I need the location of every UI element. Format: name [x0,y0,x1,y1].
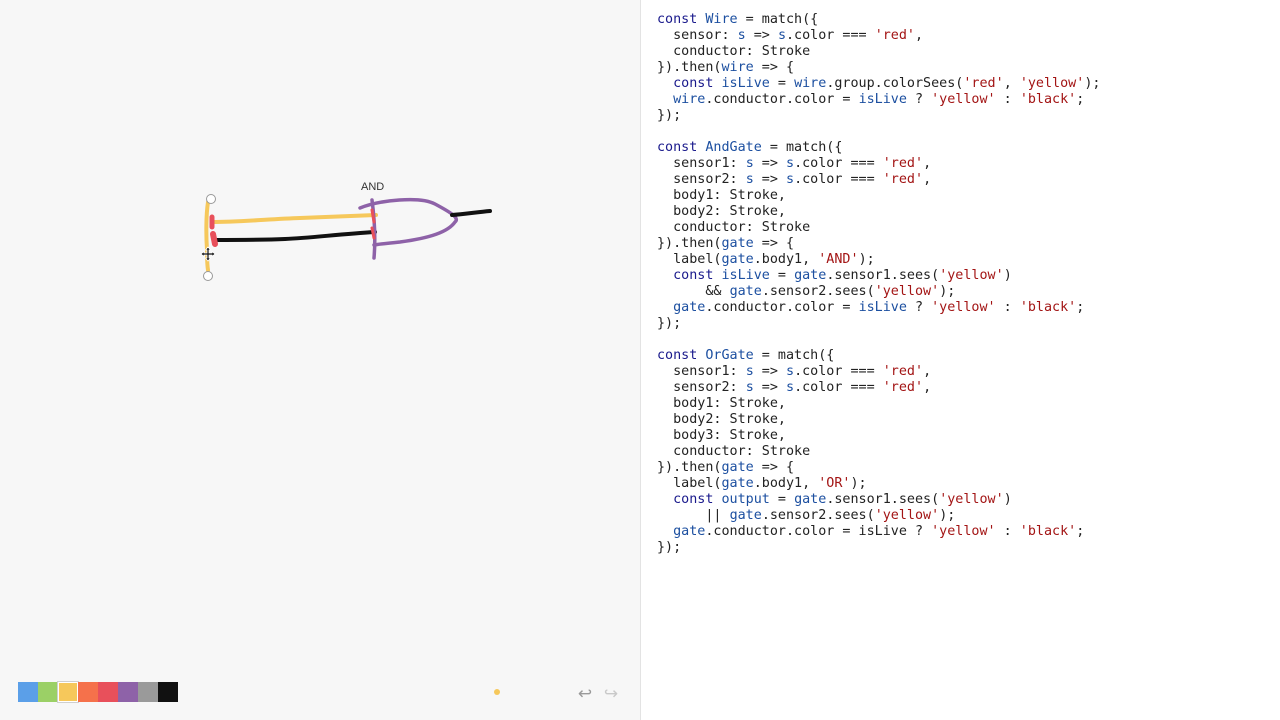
undo-icon[interactable]: ↩ [575,684,595,704]
code-line[interactable]: label(gate.body1, 'AND'); [657,252,1100,268]
code-line[interactable]: label(gate.body1, 'OR'); [657,476,1100,492]
code-line[interactable]: sensor2: s => s.color === 'red', [657,172,1100,188]
current-color-dot-icon [494,689,500,695]
code-line[interactable]: }); [657,540,1100,556]
code-line[interactable]: const AndGate = match({ [657,140,1100,156]
code-line[interactable]: }); [657,108,1100,124]
code-line[interactable]: || gate.sensor2.sees('yellow'); [657,508,1100,524]
move-cursor-icon [200,246,216,262]
swatch-orange[interactable] [78,682,98,702]
code-line[interactable] [657,332,1100,348]
code-line[interactable]: sensor1: s => s.color === 'red', [657,156,1100,172]
code-line[interactable]: }).then(gate => { [657,236,1100,252]
sensor-red-right-1[interactable] [370,208,376,224]
code-line[interactable]: }); [657,316,1100,332]
code-line[interactable]: body2: Stroke, [657,204,1100,220]
code-line[interactable]: const isLive = wire.group.colorSees('red… [657,76,1100,92]
code-line[interactable]: gate.conductor.color = isLive ? 'yellow'… [657,300,1100,316]
code-line[interactable]: body3: Stroke, [657,428,1100,444]
code-line[interactable]: }).then(wire => { [657,60,1100,76]
swatch-red[interactable] [98,682,118,702]
code-line[interactable]: sensor: s => s.color === 'red', [657,28,1100,44]
swatch-green[interactable] [38,682,58,702]
code-text[interactable]: const Wire = match({ sensor: s => s.colo… [657,12,1100,556]
code-line[interactable]: }).then(gate => { [657,460,1100,476]
code-line[interactable]: sensor2: s => s.color === 'red', [657,380,1100,396]
code-line[interactable]: const output = gate.sensor1.sees('yellow… [657,492,1100,508]
sensor-red-left-2[interactable] [210,231,218,247]
selection-handle-bottom[interactable] [203,271,213,281]
code-line[interactable]: sensor1: s => s.color === 'red', [657,364,1100,380]
swatch-black[interactable] [158,682,178,702]
gate-label: AND [361,181,385,193]
output-wire[interactable] [450,209,492,217]
code-line[interactable]: const isLive = gate.sensor1.sees('yellow… [657,268,1100,284]
code-line[interactable]: body1: Stroke, [657,188,1100,204]
code-line[interactable] [657,124,1100,140]
yellow-wire[interactable] [210,213,378,224]
color-palette [18,681,178,704]
code-line[interactable]: gate.conductor.color = isLive ? 'yellow'… [657,524,1100,540]
ink-layer [203,194,492,281]
drawing-canvas[interactable]: AND ↩ ↪ [0,0,640,720]
code-line[interactable]: body2: Stroke, [657,412,1100,428]
code-line[interactable]: conductor: Stroke [657,44,1100,60]
redo-icon[interactable]: ↪ [601,684,621,704]
swatch-yellow[interactable] [57,681,79,703]
code-line[interactable]: body1: Stroke, [657,396,1100,412]
swatch-blue[interactable] [18,682,38,702]
sensor-red-right-2[interactable] [370,226,376,240]
code-editor[interactable]: const Wire = match({ sensor: s => s.colo… [641,0,1280,720]
selection-handle-top[interactable] [206,194,216,204]
code-line[interactable]: && gate.sensor2.sees('yellow'); [657,284,1100,300]
swatch-purple[interactable] [118,682,138,702]
swatch-gray[interactable] [138,682,158,702]
black-wire[interactable] [212,230,377,242]
code-line[interactable]: const Wire = match({ [657,12,1100,28]
code-line[interactable]: wire.conductor.color = isLive ? 'yellow'… [657,92,1100,108]
code-line[interactable]: const OrGate = match({ [657,348,1100,364]
code-line[interactable]: conductor: Stroke [657,220,1100,236]
code-line[interactable]: conductor: Stroke [657,444,1100,460]
